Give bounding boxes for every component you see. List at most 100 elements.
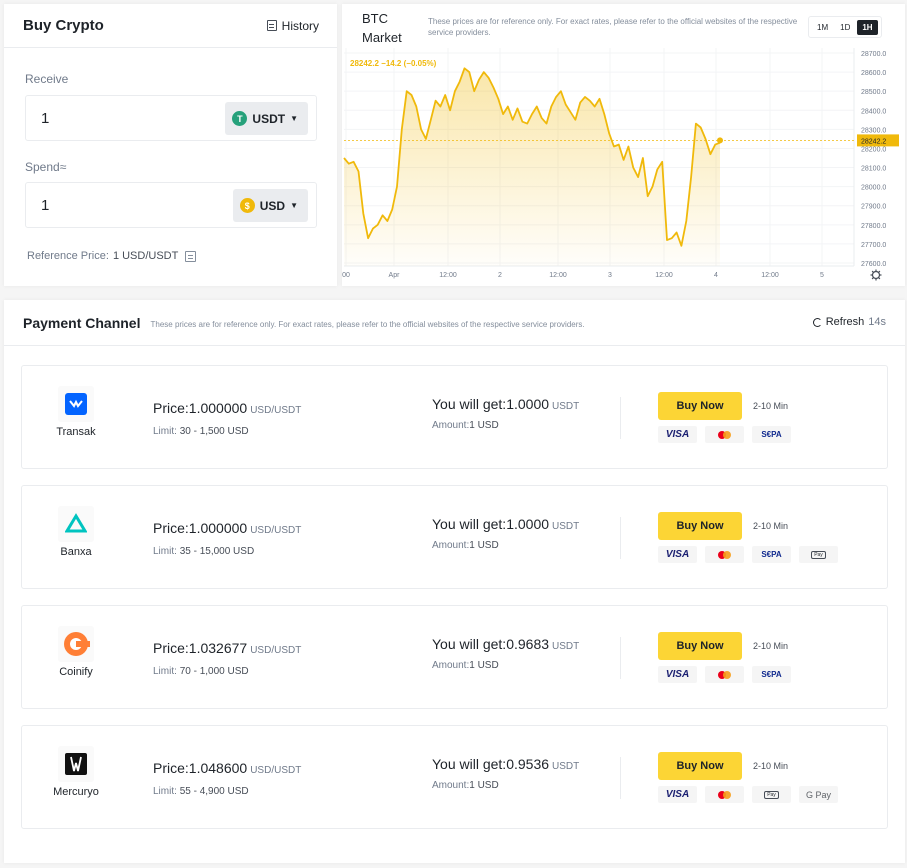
gear-tooth bbox=[871, 277, 874, 280]
receive-input[interactable]: 1 bbox=[41, 110, 49, 127]
provider-price: Price:1.032677 USD/USDT bbox=[153, 640, 301, 656]
price-value: 1.032677 bbox=[188, 640, 248, 656]
sepa-icon: S€PA bbox=[752, 546, 791, 563]
provider-eta: 2-10 Min bbox=[753, 761, 789, 771]
refresh-countdown: 14s bbox=[868, 316, 886, 328]
buy-now-button[interactable]: Buy Now bbox=[658, 512, 742, 540]
mastercard-icon bbox=[705, 426, 744, 443]
y-tick-label: 28300.0 bbox=[861, 127, 886, 134]
y-tick-label: 28500.0 bbox=[861, 89, 886, 96]
amount-value: 1 USD bbox=[469, 780, 499, 791]
get-value: 1.0000 bbox=[506, 516, 550, 532]
amount-value: 1 USD bbox=[469, 660, 499, 671]
receive-currency-label: USDT bbox=[252, 111, 286, 126]
buy-now-button[interactable]: Buy Now bbox=[658, 752, 742, 780]
provider-amount: Amount:1 USD bbox=[432, 660, 499, 671]
refresh-label: Refresh bbox=[825, 316, 865, 328]
get-unit: USDT bbox=[552, 401, 580, 412]
price-label: Price: bbox=[153, 640, 189, 656]
x-tick-label: 2 bbox=[498, 272, 502, 279]
buy-now-button[interactable]: Buy Now bbox=[658, 392, 742, 420]
provider-you-get: You will get:1.0000 USDT bbox=[432, 516, 579, 532]
price-label: Price: bbox=[153, 760, 189, 776]
provider-limit: Limit: 55 - 4,900 USD bbox=[153, 786, 249, 797]
buy-crypto-title: Buy Crypto bbox=[23, 17, 104, 34]
y-tick-label: 28700.0 bbox=[861, 51, 886, 58]
price-label: Price: bbox=[153, 400, 189, 416]
caret-down-icon: ▼ bbox=[290, 114, 298, 123]
buy-crypto-header: Buy Crypto History bbox=[4, 4, 337, 48]
visa-icon: VISA bbox=[658, 546, 697, 563]
sepa-icon: S€PA bbox=[752, 426, 791, 443]
spend-currency-select[interactable]: $ USD ▼ bbox=[232, 189, 308, 222]
price-value: 1.000000 bbox=[188, 520, 248, 536]
refresh-button[interactable]: Refresh 14s bbox=[812, 316, 886, 328]
reference-price-label: Reference Price: bbox=[27, 250, 109, 262]
payment-methods: VISA S€PA Pay bbox=[658, 546, 838, 563]
limit-value: 30 - 1,500 USD bbox=[179, 426, 249, 437]
x-tick-label: 12:00 bbox=[549, 272, 567, 279]
provider-amount: Amount:1 USD bbox=[432, 420, 499, 431]
apple-pay-icon: Pay bbox=[752, 786, 791, 803]
coinify-logo-icon bbox=[58, 626, 94, 662]
limit-value: 35 - 15,000 USD bbox=[179, 546, 255, 557]
x-tick-label: 3 bbox=[608, 272, 612, 279]
payment-methods: VISA S€PA bbox=[658, 426, 791, 443]
get-value: 0.9683 bbox=[506, 636, 550, 652]
y-tick-label: 28000.0 bbox=[861, 185, 886, 192]
receive-currency-select[interactable]: T USDT ▼ bbox=[225, 102, 308, 135]
price-unit: USD/USDT bbox=[250, 405, 302, 416]
get-value: 1.0000 bbox=[506, 396, 550, 412]
payment-methods: VISA S€PA bbox=[658, 666, 791, 683]
x-tick-label: Apr bbox=[389, 272, 401, 279]
transak-logo-icon bbox=[58, 386, 94, 422]
usd-icon: $ bbox=[239, 198, 255, 213]
provider-eta: 2-10 Min bbox=[753, 521, 789, 531]
get-unit: USDT bbox=[552, 641, 580, 652]
get-value: 0.9536 bbox=[506, 756, 550, 772]
buy-crypto-panel: Buy Crypto History Receive 1 T USDT ▼ Sp… bbox=[4, 4, 337, 286]
provider-eta: 2-10 Min bbox=[753, 401, 789, 411]
get-label: You will get: bbox=[432, 516, 507, 532]
amount-label: Amount: bbox=[432, 420, 470, 431]
amount-label: Amount: bbox=[432, 540, 470, 551]
buy-now-button[interactable]: Buy Now bbox=[658, 632, 742, 660]
provider-logo: Mercuryo bbox=[42, 746, 110, 798]
price-label: Price: bbox=[153, 520, 189, 536]
price-unit: USD/USDT bbox=[250, 765, 302, 776]
history-button[interactable]: History bbox=[266, 19, 319, 33]
provider-row-transak: Transak Price:1.000000 USD/USDT Limit: 30… bbox=[21, 365, 888, 469]
limit-label: Limit: bbox=[153, 546, 177, 557]
spend-input[interactable]: 1 bbox=[41, 197, 49, 214]
receive-field[interactable]: 1 T USDT ▼ bbox=[25, 95, 317, 141]
reference-price: Reference Price: 1 USD/USDT bbox=[27, 250, 197, 262]
provider-row-mercuryo: Mercuryo Price:1.048600 USD/USDT Limit: 5… bbox=[21, 725, 888, 829]
spend-label: Spend≈ bbox=[25, 160, 67, 174]
get-unit: USDT bbox=[552, 761, 580, 772]
amount-value: 1 USD bbox=[469, 420, 499, 431]
provider-logo: Coinify bbox=[42, 626, 110, 678]
price-unit: USD/USDT bbox=[250, 525, 302, 536]
spend-currency-label: USD bbox=[259, 198, 286, 213]
provider-price: Price:1.048600 USD/USDT bbox=[153, 760, 301, 776]
gear-tooth bbox=[878, 277, 881, 280]
google-pay-icon: G Pay bbox=[799, 786, 838, 803]
visa-icon: VISA bbox=[658, 786, 697, 803]
refresh-icon bbox=[812, 317, 822, 327]
y-tick-label: 27800.0 bbox=[861, 223, 886, 230]
divider bbox=[620, 397, 621, 439]
spend-field[interactable]: 1 $ USD ▼ bbox=[25, 182, 317, 228]
settings-gear-icon[interactable] bbox=[871, 270, 881, 280]
provider-limit: Limit: 70 - 1,000 USD bbox=[153, 666, 249, 677]
get-label: You will get: bbox=[432, 756, 507, 772]
y-tick-label: 28400.0 bbox=[861, 108, 886, 115]
x-tick-label: 12:00 bbox=[439, 272, 457, 279]
swap-icon[interactable] bbox=[185, 250, 197, 262]
y-tick-label: 27700.0 bbox=[861, 242, 886, 249]
provider-name: Mercuryo bbox=[53, 786, 99, 798]
provider-limit: Limit: 30 - 1,500 USD bbox=[153, 426, 249, 437]
current-price-dot bbox=[717, 137, 723, 144]
get-unit: USDT bbox=[552, 521, 580, 532]
price-chart[interactable]: 28700.0 28600.0 28500.0 28400.0 28300.0 28200… bbox=[342, 4, 905, 286]
price-unit: USD/USDT bbox=[250, 645, 302, 656]
